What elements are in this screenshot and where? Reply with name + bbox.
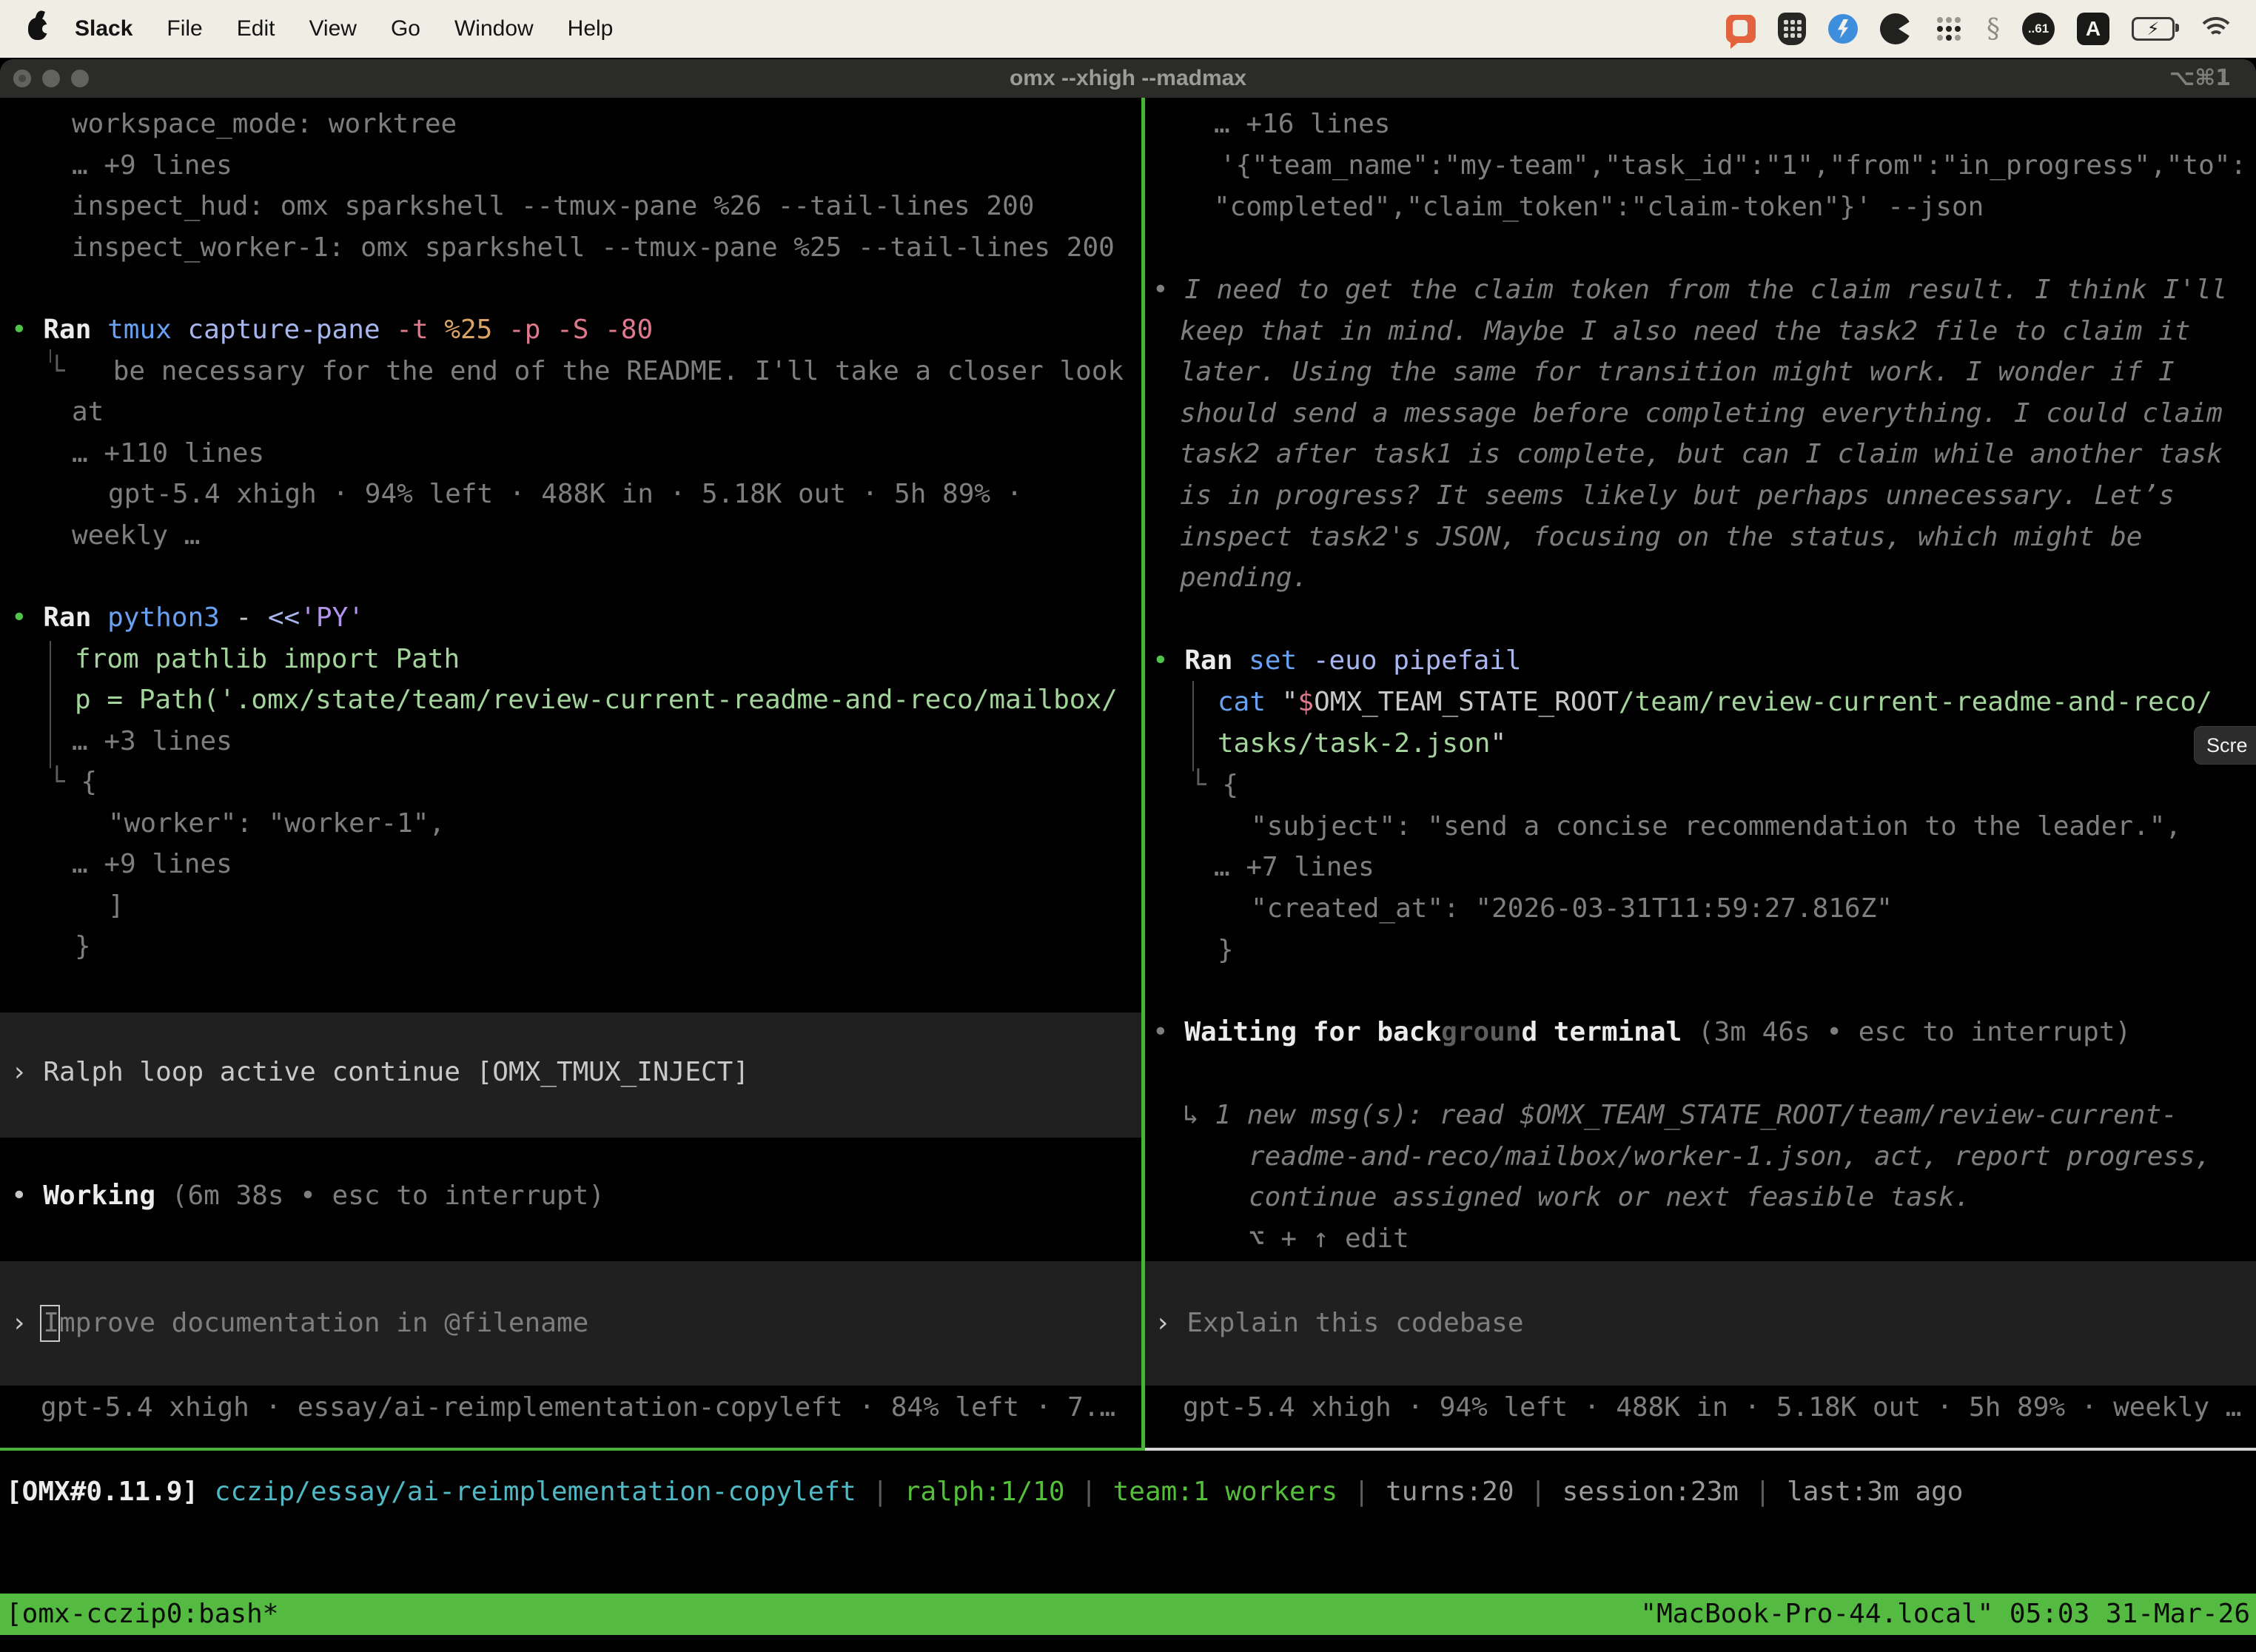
wifi-icon[interactable] — [2197, 17, 2229, 41]
tool-connector-line — [50, 641, 51, 768]
tmux-session-label: [omx-cczip0:bash* — [6, 1594, 278, 1635]
tmux-status-bar: [omx-cczip0:bash* "MacBook-Pro-44.local"… — [0, 1594, 2256, 1635]
menu-item-edit[interactable]: Edit — [220, 16, 292, 41]
timer-badge-icon[interactable]: ..61 — [2022, 13, 2055, 45]
dark-crescent-icon[interactable] — [1880, 13, 1911, 44]
term-line: "created_at": "2026-03-31T11:59:27.816Z" — [1251, 888, 1893, 930]
menu-item-go[interactable]: Go — [374, 16, 437, 41]
menu-items: SlackFileEditViewGoWindowHelp — [58, 16, 630, 41]
menu-item-help[interactable]: Help — [551, 16, 631, 41]
term-line: › Explain this codebase — [1155, 1303, 1524, 1344]
term-line: task2 after task1 is complete, but can I… — [1180, 434, 2223, 475]
apple-menu-icon[interactable] — [28, 18, 47, 40]
term-line: gpt-5.4 xhigh · 94% left · 488K in · 5.1… — [108, 474, 1022, 515]
term-line: } — [1218, 930, 1234, 971]
term-line: is in progress? It seems likely but perh… — [1180, 475, 2175, 517]
term-line: … +110 lines — [72, 433, 264, 474]
term-line: › Ralph loop active continue [OMX_TMUX_I… — [11, 1052, 749, 1093]
term-line: tasks/task-2.json" — [1218, 723, 1506, 765]
term-line: inspect task2's JSON, focusing on the st… — [1180, 517, 2142, 558]
term-line: gpt-5.4 xhigh · essay/ai-reimplementatio… — [41, 1387, 1115, 1428]
tooltip-label: Scre — [2206, 734, 2248, 757]
menu-item-view[interactable]: View — [292, 16, 373, 41]
term-line: continue assigned work or next feasible … — [1249, 1177, 1970, 1218]
term-line: • I need to get the claim token from the… — [1152, 269, 2227, 311]
term-line: … +9 lines — [72, 844, 232, 885]
term-line: pending. — [1180, 557, 1308, 599]
term-line: from pathlib import Path — [75, 639, 460, 680]
term-line: ↳ 1 new msg(s): read $OMX_TEAM_STATE_ROO… — [1183, 1095, 2178, 1136]
term-line: inspect_worker-1: omx sparkshell --tmux-… — [72, 227, 1115, 269]
term-line: • Ran tmux capture-pane -t %25 -p -S -80 — [11, 309, 653, 351]
term-line: └ { — [1190, 765, 1238, 806]
tmux-host-clock: "MacBook-Pro-44.local" 05:03 31-Mar-26 — [1640, 1594, 2250, 1635]
menu-status-icons: § ..61 A ⚡ — [1726, 13, 2256, 45]
tool-connector-line — [1192, 681, 1194, 771]
terminal-content: Scre workspace_mode: worktree… +9 linesi… — [0, 0, 2256, 1652]
term-line: later. Using the same for transition mig… — [1180, 352, 2175, 393]
term-line: … +7 lines — [1214, 847, 1374, 888]
term-line: … +16 lines — [1214, 104, 1390, 145]
left-pane-border — [0, 1448, 1145, 1451]
menu-item-file[interactable]: File — [150, 16, 219, 41]
term-line: workspace_mode: worktree — [72, 104, 457, 145]
term-line: • Ran python3 - <<'PY' — [11, 597, 364, 639]
term-line: "completed","claim_token":"claim-token"}… — [1214, 187, 1984, 228]
term-line: '{"team_name":"my-team","task_id":"1","f… — [1220, 145, 2246, 187]
chat-bubble-icon[interactable] — [1726, 15, 1756, 43]
menu-bar: SlackFileEditViewGoWindowHelp § ..61 A ⚡ — [0, 0, 2256, 58]
battery-charging-icon[interactable]: ⚡ — [2132, 17, 2175, 41]
term-line: • Ran set -euo pipefail — [1152, 640, 1522, 682]
term-line: └ be necessary for the end of the README… — [49, 351, 1124, 392]
term-line: gpt-5.4 xhigh · 94% left · 488K in · 5.1… — [1183, 1387, 2241, 1428]
squiggle-icon[interactable]: § — [1987, 14, 2000, 44]
term-line: • Waiting for background terminal (3m 46… — [1152, 1012, 2131, 1053]
term-line: [OMX#0.11.9] cczip/essay/ai-reimplementa… — [6, 1471, 1963, 1513]
dots-grid-icon[interactable] — [1933, 13, 1964, 44]
battery-bolt-glyph: ⚡ — [2147, 20, 2160, 38]
term-line: should send a message before completing … — [1180, 393, 2223, 434]
a-badge-icon[interactable]: A — [2077, 13, 2109, 45]
term-line: cat "$OMX_TEAM_STATE_ROOT/team/review-cu… — [1218, 682, 2212, 723]
pane-divider[interactable] — [1141, 98, 1145, 1450]
right-pane-border — [1145, 1448, 2256, 1451]
term-line: inspect_hud: omx sparkshell --tmux-pane … — [72, 186, 1034, 227]
shield-grid-icon[interactable] — [1778, 13, 1806, 45]
blue-bolt-icon[interactable] — [1828, 14, 1858, 44]
term-line: keep that in mind. Maybe I also need the… — [1180, 311, 2190, 352]
screen-tooltip: Scre — [2194, 726, 2256, 765]
menu-item-window[interactable]: Window — [437, 16, 551, 41]
term-line: } — [75, 926, 91, 967]
term-line: • Working (6m 38s • esc to interrupt) — [11, 1175, 605, 1217]
term-line: readme-and-reco/mailbox/worker-1.json, a… — [1249, 1136, 2211, 1178]
term-line: "subject": "send a concise recommendatio… — [1251, 806, 2181, 847]
term-line: p = Path('.omx/state/team/review-current… — [75, 679, 1118, 721]
text-cursor — [40, 1305, 60, 1342]
term-line: weekly … — [72, 515, 200, 557]
term-line: └ { — [49, 762, 97, 803]
term-line: at — [72, 392, 104, 433]
term-line: … +3 lines — [72, 721, 232, 762]
term-line: ⌥ + ↑ edit — [1249, 1218, 1409, 1260]
term-line: "worker": "worker-1", — [108, 803, 445, 845]
term-line: ] — [108, 885, 124, 927]
menu-item-slack[interactable]: Slack — [58, 16, 150, 41]
term-line: … +9 lines — [72, 145, 232, 187]
term-line: › Improve documentation in @filename — [11, 1303, 588, 1344]
